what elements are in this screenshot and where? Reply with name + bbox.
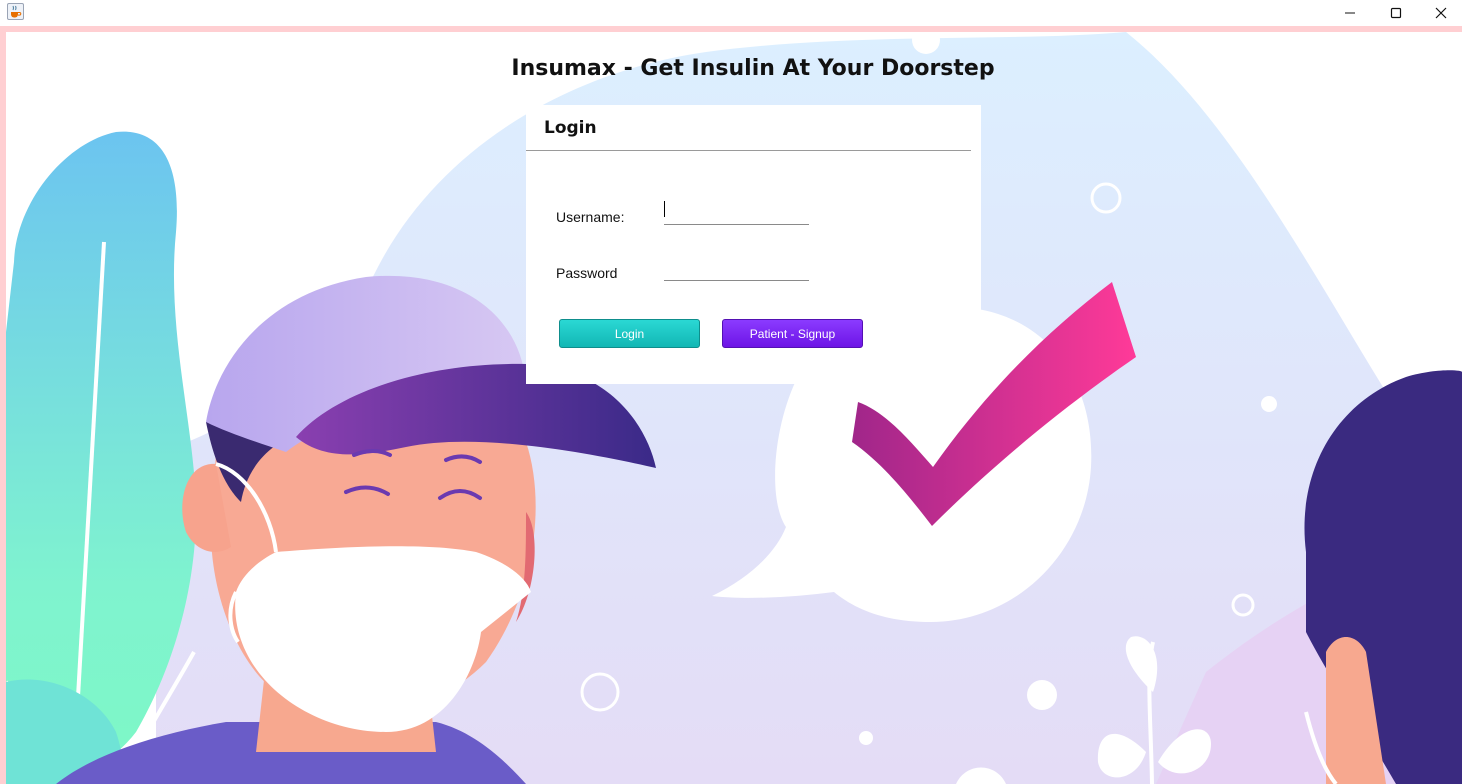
login-heading: Login [544, 118, 597, 138]
close-button[interactable] [1418, 0, 1462, 26]
minimize-icon [1345, 12, 1355, 14]
login-button[interactable]: Login [559, 319, 700, 348]
username-input[interactable] [664, 201, 809, 225]
maximize-icon [1390, 7, 1402, 19]
window-titlebar [0, 0, 1462, 26]
password-label: Password [556, 265, 618, 281]
close-icon [1435, 7, 1447, 19]
text-caret [664, 201, 665, 217]
panel-divider [526, 150, 971, 151]
minimize-button[interactable] [1327, 0, 1373, 26]
password-input[interactable] [664, 257, 809, 281]
username-label: Username: [556, 209, 625, 225]
app-title: Insumax - Get Insulin At Your Doorstep [511, 56, 995, 81]
java-cup-icon [7, 3, 24, 20]
maximize-button[interactable] [1373, 0, 1419, 26]
content-pane: Insumax - Get Insulin At Your Doorstep L… [6, 32, 1462, 784]
patient-signup-button[interactable]: Patient - Signup [722, 319, 863, 348]
login-panel: Login Username: Password Login Patient -… [526, 105, 981, 384]
